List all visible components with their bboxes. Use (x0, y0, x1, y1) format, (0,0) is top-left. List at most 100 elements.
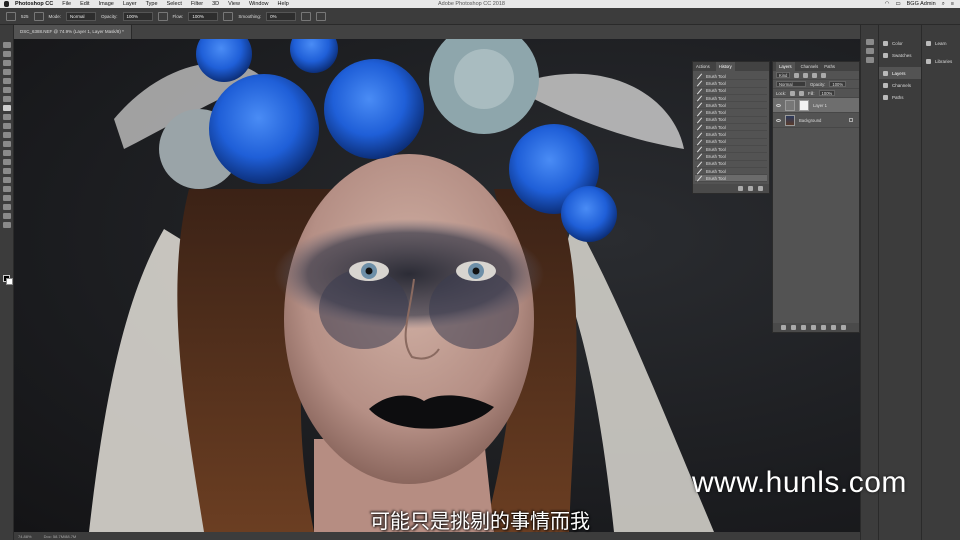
tab-actions[interactable]: Actions (696, 64, 710, 69)
layer-opacity-field[interactable]: 100% (829, 81, 847, 87)
lasso-tool-icon[interactable] (2, 60, 11, 66)
clone-stamp-tool-icon[interactable] (2, 114, 11, 120)
tab-layers[interactable]: Layers (776, 62, 795, 71)
history-item[interactable]: Brush Tool (695, 131, 767, 139)
spotlight-icon[interactable]: ⌕ (942, 1, 945, 8)
menu-view[interactable]: View (228, 1, 240, 7)
panel-toggle-icon[interactable] (865, 57, 874, 63)
gradient-tool-icon[interactable] (2, 141, 11, 147)
history-item[interactable]: Brush Tool (695, 73, 767, 81)
new-group-folder-icon[interactable] (820, 325, 826, 330)
history-item[interactable]: Brush Tool (695, 95, 767, 103)
layer-name[interactable]: Background (799, 118, 821, 123)
battery-icon[interactable]: ▭ (895, 1, 900, 7)
history-item[interactable]: Brush Tool (695, 124, 767, 132)
healing-brush-tool-icon[interactable] (2, 96, 11, 102)
menu-filter[interactable]: Filter (191, 1, 203, 7)
new-document-from-state-icon[interactable] (738, 186, 743, 192)
visibility-eye-icon[interactable] (776, 103, 781, 107)
trash-icon[interactable] (840, 325, 846, 330)
blend-mode-select[interactable]: Normal (776, 81, 806, 87)
menu-select[interactable]: Select (167, 1, 182, 7)
brush-size-value[interactable]: 525 (21, 14, 29, 19)
history-item[interactable]: Brush Tool (695, 102, 767, 110)
menu-image[interactable]: Image (99, 1, 114, 7)
type-tool-icon[interactable] (2, 177, 11, 183)
dock-item-learn[interactable]: Learn (922, 37, 960, 49)
layer-row[interactable]: Background (773, 113, 859, 128)
menu-layer[interactable]: Layer (123, 1, 137, 7)
document-tab[interactable]: DSC_6388.NEF @ 74.9% (Layer 1, Layer Mas… (14, 25, 132, 39)
filter-adjustment-icon[interactable] (803, 72, 809, 78)
move-tool-icon[interactable] (2, 42, 11, 48)
history-item[interactable]: Brush Tool (695, 139, 767, 146)
lock-icon[interactable] (849, 118, 853, 122)
menu-edit[interactable]: Edit (80, 1, 89, 7)
layer-name[interactable]: Layer 1 (813, 103, 827, 108)
dock-item-layers[interactable]: Layers (879, 67, 921, 79)
zoom-level[interactable]: 74.88% (18, 534, 32, 539)
hand-tool-icon[interactable] (2, 204, 11, 210)
marquee-tool-icon[interactable] (2, 51, 11, 57)
shape-tool-icon[interactable] (2, 195, 11, 201)
dock-item-paths[interactable]: Paths (879, 91, 921, 103)
crop-tool-icon[interactable] (2, 78, 11, 84)
dock-item-color[interactable]: Color (879, 37, 921, 49)
history-item[interactable]: Brush Tool (695, 168, 767, 176)
flow-field[interactable]: 100% (188, 11, 219, 21)
fill-field[interactable]: 100% (818, 90, 836, 96)
history-item[interactable]: Brush Tool (695, 161, 767, 168)
zoom-tool-icon[interactable] (2, 213, 11, 219)
smoothing-field[interactable]: 0% (266, 11, 297, 21)
filter-pixel-icon[interactable] (794, 72, 800, 78)
tab-paths[interactable]: Paths (824, 64, 835, 69)
history-item-selected[interactable]: Brush Tool (695, 175, 767, 183)
layer-row[interactable]: Layer 1 (773, 98, 859, 113)
menu-type[interactable]: Type (146, 1, 158, 7)
kind-filter-select[interactable]: Kind (776, 72, 791, 78)
blur-tool-icon[interactable] (2, 150, 11, 156)
menu-file[interactable]: File (62, 1, 71, 7)
pen-tool-icon[interactable] (2, 168, 11, 174)
menubar-user[interactable]: BGG Admin (907, 1, 936, 7)
dodge-tool-icon[interactable] (2, 159, 11, 165)
menu-help[interactable]: Help (278, 1, 289, 7)
smoothing-options-icon[interactable] (301, 11, 312, 21)
history-item[interactable]: Brush Tool (695, 109, 767, 117)
history-item[interactable]: Brush Tool (695, 117, 767, 125)
panel-toggle-icon[interactable] (865, 48, 874, 54)
dock-item-libraries[interactable]: Libraries (922, 55, 960, 67)
history-item[interactable]: Brush Tool (695, 88, 767, 95)
pressure-opacity-icon[interactable] (157, 11, 168, 21)
filter-shape-icon[interactable] (821, 72, 827, 78)
tab-history[interactable]: History (715, 62, 735, 71)
layer-mask-thumbnail[interactable] (799, 99, 809, 111)
path-select-tool-icon[interactable] (2, 186, 11, 192)
brush-tool-icon[interactable] (2, 105, 11, 111)
dock-item-swatches[interactable]: Swatches (879, 49, 921, 61)
layer-style-fx-icon[interactable] (790, 325, 796, 330)
history-brush-tool-icon[interactable] (2, 123, 11, 129)
tab-channels[interactable]: Channels (801, 64, 819, 69)
add-mask-icon[interactable] (800, 325, 806, 330)
link-layers-icon[interactable] (780, 325, 786, 330)
lock-pixels-icon[interactable] (790, 90, 796, 96)
pressure-size-icon[interactable] (316, 11, 327, 21)
mode-select[interactable]: Normal (66, 11, 97, 21)
panel-toggle-icon[interactable] (865, 39, 874, 45)
background-color-swatch[interactable] (6, 278, 13, 285)
opacity-field[interactable]: 100% (122, 11, 153, 21)
trash-icon[interactable] (758, 186, 763, 192)
eraser-tool-icon[interactable] (2, 132, 11, 138)
visibility-eye-icon[interactable] (776, 118, 781, 122)
menu-window[interactable]: Window (249, 1, 269, 7)
lock-position-icon[interactable] (799, 90, 805, 96)
history-item[interactable]: Brush Tool (695, 80, 767, 88)
airbrush-icon[interactable] (223, 11, 234, 21)
wifi-icon[interactable]: ◠ (885, 1, 890, 7)
brush-preset-icon[interactable] (6, 11, 16, 21)
quick-select-tool-icon[interactable] (2, 69, 11, 75)
dock-item-channels[interactable]: Channels (879, 79, 921, 91)
history-item[interactable]: Brush Tool (695, 153, 767, 161)
menu-list-icon[interactable]: ≡ (951, 1, 954, 7)
